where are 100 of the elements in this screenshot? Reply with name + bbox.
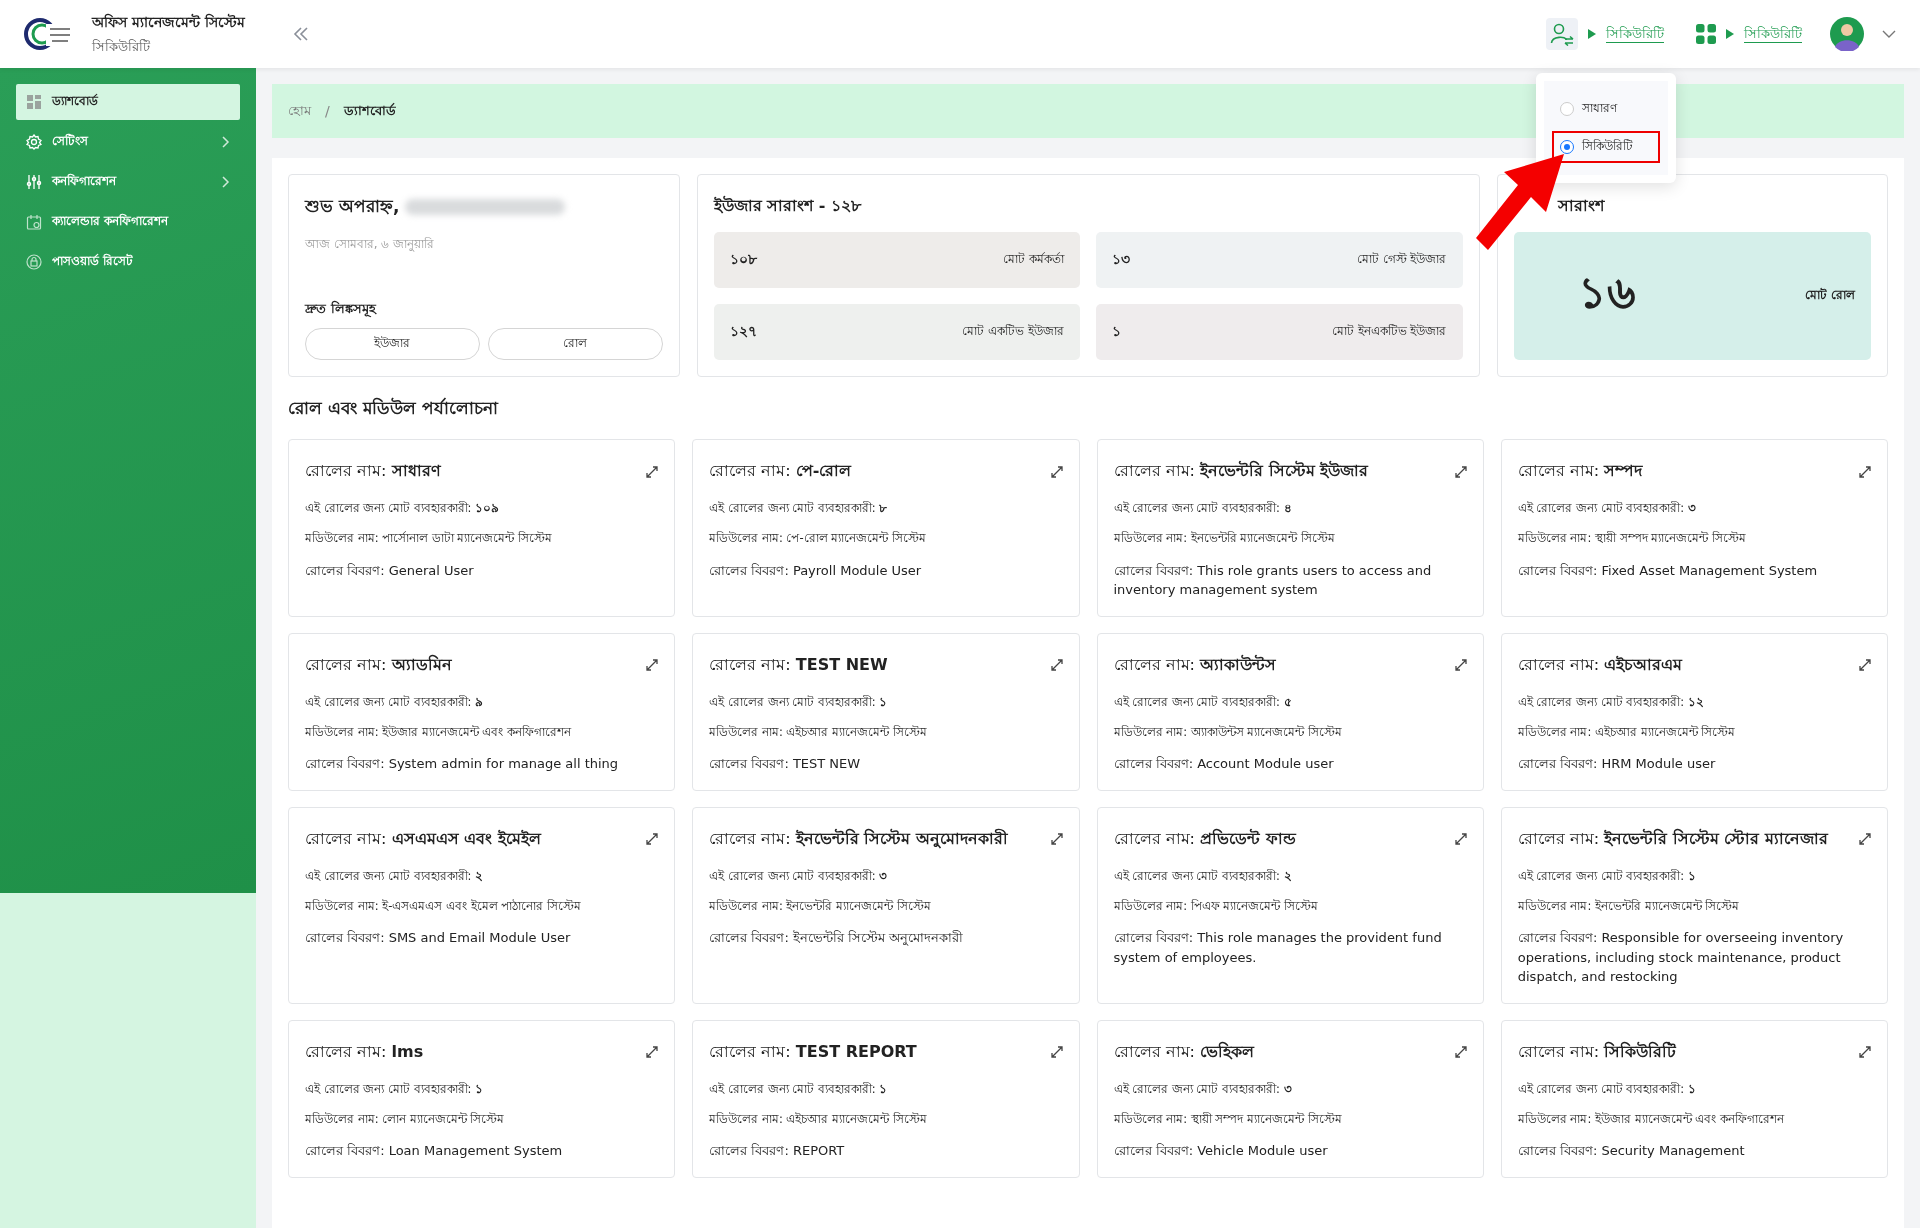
user-count: এই রোলের জন্য মোট ব্যবহারকারী: ২ xyxy=(305,867,485,885)
caret-icon xyxy=(1588,29,1596,39)
expand-icon[interactable] xyxy=(1050,833,1063,845)
expand-icon[interactable] xyxy=(646,465,659,478)
role-name: রোলের নাম: ইনভেন্টরি সিস্টেম স্টোর ম্যানেজার xyxy=(1517,827,1829,850)
role-name: রোলের নাম: lms xyxy=(305,1040,424,1063)
user-count: এই রোলের জন্য মোট ব্যবহারকারী: ১ xyxy=(1517,867,1697,885)
user-count: এই রোলের জন্য মোট ব্যবহারকারী: ৯ xyxy=(305,693,485,711)
chevron-down-icon[interactable] xyxy=(1882,30,1896,38)
section-title: রোল এবং মডিউল পর্যালোচনা xyxy=(288,396,500,420)
module-name: মডিউলের নাম: ইনভেন্টরি ম্যানেজমেন্ট সিস্টেম xyxy=(1113,530,1336,548)
user-count: এই রোলের জন্য মোট ব্যবহারকারী: ১ xyxy=(1517,1080,1697,1098)
role-description: রোলের বিবরণ: System admin for manage all thing xyxy=(305,755,620,773)
expand-icon[interactable] xyxy=(1859,1046,1871,1058)
app-subtitle: সিকিউরিটি xyxy=(92,37,151,56)
stat-label: মোট একটিভ ইউজার xyxy=(962,323,1064,340)
dashboard-icon xyxy=(26,94,42,110)
radio-button[interactable] xyxy=(1560,140,1574,154)
user-count: এই রোলের জন্য মোট ব্যবহারকারী: ৩ xyxy=(709,867,889,885)
role-description: রোলের বিবরণ: General User xyxy=(305,561,475,580)
expand-icon[interactable] xyxy=(1454,659,1467,671)
expand-icon[interactable] xyxy=(1454,833,1467,845)
sliders-icon xyxy=(26,174,42,190)
role-description: রোলের বিবরণ: Payroll Module User xyxy=(709,561,923,580)
role-name: রোলের নাম: এসএমএস এবং ইমেইল xyxy=(305,827,541,850)
role-description: রোলের বিবরণ: ইনভেন্টরি সিস্টেম অনুমোদনকারী xyxy=(709,929,965,948)
user-count: এই রোলের জন্য মোট ব্যবহারকারী: ১ xyxy=(709,1080,889,1098)
avatar-icon[interactable] xyxy=(1830,17,1864,51)
role-description: রোলের বিবরণ: SMS and Email Module User xyxy=(305,929,572,947)
quick-link-button[interactable]: ইউজার xyxy=(305,328,480,360)
expand-icon[interactable] xyxy=(1859,465,1871,478)
role-name: রোলের নাম: TEST REPORT xyxy=(709,1040,917,1063)
role-name: রোলের নাম: সিকিউরিটি xyxy=(1517,1040,1677,1063)
breadcrumb-link[interactable]: হোম xyxy=(288,100,311,122)
user-count: এই রোলের জন্য মোট ব্যবহারকারী: ২ xyxy=(1113,867,1293,885)
module-name: মডিউলের নাম: স্থায়ী সম্পদ ম্যানেজমেন্ট সিস্টেম xyxy=(1113,1110,1343,1128)
module-name: মডিউলের নাম: স্থায়ী সম্পদ ম্যানেজমেন্ট সিস্টেম xyxy=(1517,530,1747,548)
sidebar-item[interactable]: ড্যাশবোর্ড xyxy=(16,84,240,120)
stat-value: ১ xyxy=(1112,322,1121,341)
role-description: রোলের বিবরণ: HRM Module user xyxy=(1517,755,1717,773)
module-name: মডিউলের নাম: ইনভেন্টরি ম্যানেজমেন্ট সিস্টেম xyxy=(1517,897,1741,915)
user-count: এই রোলের জন্য মোট ব্যবহারকারী: ১০৯ xyxy=(305,500,501,517)
module-name: মডিউলের নাম: ই-এসএমএস এবং ইমেল পাঠানোর সিস্টেম xyxy=(305,897,582,915)
role-description: রোলের বিবরণ: Fixed Asset Management System xyxy=(1517,561,1819,580)
role-description: রোলের বিবরণ: This role manages the provident fund system of employees. xyxy=(1113,929,1443,967)
role-name: রোলের নাম: পে-রোল xyxy=(709,460,852,482)
role-description: রোলের বিবরণ: Responsible for overseeing inventory operations, including stock maintenance, product dispatch, and restocking xyxy=(1517,929,1845,986)
sidebar-item[interactable]: কনফিগারেশন xyxy=(16,164,240,200)
expand-icon[interactable] xyxy=(646,1046,659,1058)
stat-value: ১২৭ xyxy=(729,322,757,341)
stat-label: মোট কর্মকর্তা xyxy=(1003,251,1064,268)
role-name: রোলের নাম: TEST NEW xyxy=(709,653,888,676)
switch-user-button[interactable] xyxy=(1546,18,1578,50)
role-description: রোলের বিবরণ: TEST NEW xyxy=(709,755,862,773)
role-description: রোলের বিবরণ: Account Module user xyxy=(1113,755,1335,773)
sidebar-item[interactable]: ক্যালেন্ডার কনফিগারেশন xyxy=(16,204,240,240)
module-name: মডিউলের নাম: পার্সোনাল ডাটা ম্যানেজমেন্ট সিস্টেম xyxy=(305,530,554,548)
sidebar-item[interactable]: পাসওয়ার্ড রিসেট xyxy=(16,244,240,280)
expand-icon[interactable] xyxy=(1454,1046,1467,1058)
expand-icon[interactable] xyxy=(1050,1046,1063,1058)
expand-icon[interactable] xyxy=(1859,659,1871,671)
role-name: রোলের নাম: এইচআরএম xyxy=(1517,653,1683,676)
role-description: রোলের বিবরণ: REPORT xyxy=(709,1142,846,1160)
stat-label: মোট রোল xyxy=(1804,287,1855,304)
expand-icon[interactable] xyxy=(1454,465,1467,478)
quick-links-title: দ্রুত লিঙ্কসমূহ xyxy=(305,299,378,319)
module-link[interactable]: সিকিউরিটি xyxy=(1744,23,1802,45)
role-description: রোলের বিবরণ: Loan Management System xyxy=(305,1142,564,1160)
role-description: রোলের বিবরণ: Vehicle Module user xyxy=(1113,1142,1329,1160)
user-count: এই রোলের জন্য মোট ব্যবহারকারী: ৫ xyxy=(1113,693,1293,711)
apps-grid-icon[interactable] xyxy=(1696,24,1716,44)
radio-button[interactable] xyxy=(1560,102,1574,116)
app-title: অফিস ম্যানেজমেন্ট সিস্টেম xyxy=(92,12,245,32)
module-name: মডিউলের নাম: এইচআর ম্যানেজমেন্ট সিস্টেম xyxy=(709,723,928,741)
module-name: মডিউলের নাম: ইউজার ম্যানেজমেন্ট এবং কনফিগারেশন xyxy=(305,723,573,741)
sidebar-item[interactable]: সেটিংস xyxy=(16,124,240,160)
user-count: এই রোলের জন্য মোট ব্যবহারকারী: ৮ xyxy=(709,500,889,517)
expand-icon[interactable] xyxy=(646,833,659,845)
role-option[interactable]: সাধারণ xyxy=(1552,93,1660,125)
expand-icon[interactable] xyxy=(1859,833,1871,845)
option-label: সিকিউরিটি xyxy=(1582,138,1633,155)
date-text: আজ সোমবার, ৬ জানুয়ারি xyxy=(305,236,436,254)
role-name: রোলের নাম: সাধারণ xyxy=(305,460,441,482)
calendar-icon xyxy=(26,214,42,230)
lock-icon xyxy=(26,254,42,270)
quick-link-button[interactable]: রোল xyxy=(487,328,663,360)
role-link[interactable]: সিকিউরিটি xyxy=(1606,23,1664,45)
expand-icon[interactable] xyxy=(1050,465,1063,478)
expand-icon[interactable] xyxy=(1050,659,1063,671)
gear-icon xyxy=(26,134,42,150)
module-name: মডিউলের নাম: ইনভেন্টরি ম্যানেজমেন্ট সিস্টেম xyxy=(709,897,932,915)
module-name: মডিউলের নাম: লোন ম্যানেজমেন্ট সিস্টেম xyxy=(305,1110,506,1128)
user-count: এই রোলের জন্য মোট ব্যবহারকারী: ৪ xyxy=(1113,500,1293,517)
role-name: রোলের নাম: প্রভিডেন্ট ফান্ড xyxy=(1113,827,1296,850)
expand-icon[interactable] xyxy=(646,659,659,671)
user-count: এই রোলের জন্য মোট ব্যবহারকারী: ৩ xyxy=(1517,500,1697,517)
user-count: এই রোলের জন্য মোট ব্যবহারকারী: ১২ xyxy=(1517,693,1705,711)
role-name: রোলের নাম: অ্যাকাউন্টস xyxy=(1113,653,1277,676)
collapse-sidebar-icon[interactable] xyxy=(292,27,309,41)
greeting: শুভ অপরাহ্ন, xyxy=(305,195,400,218)
